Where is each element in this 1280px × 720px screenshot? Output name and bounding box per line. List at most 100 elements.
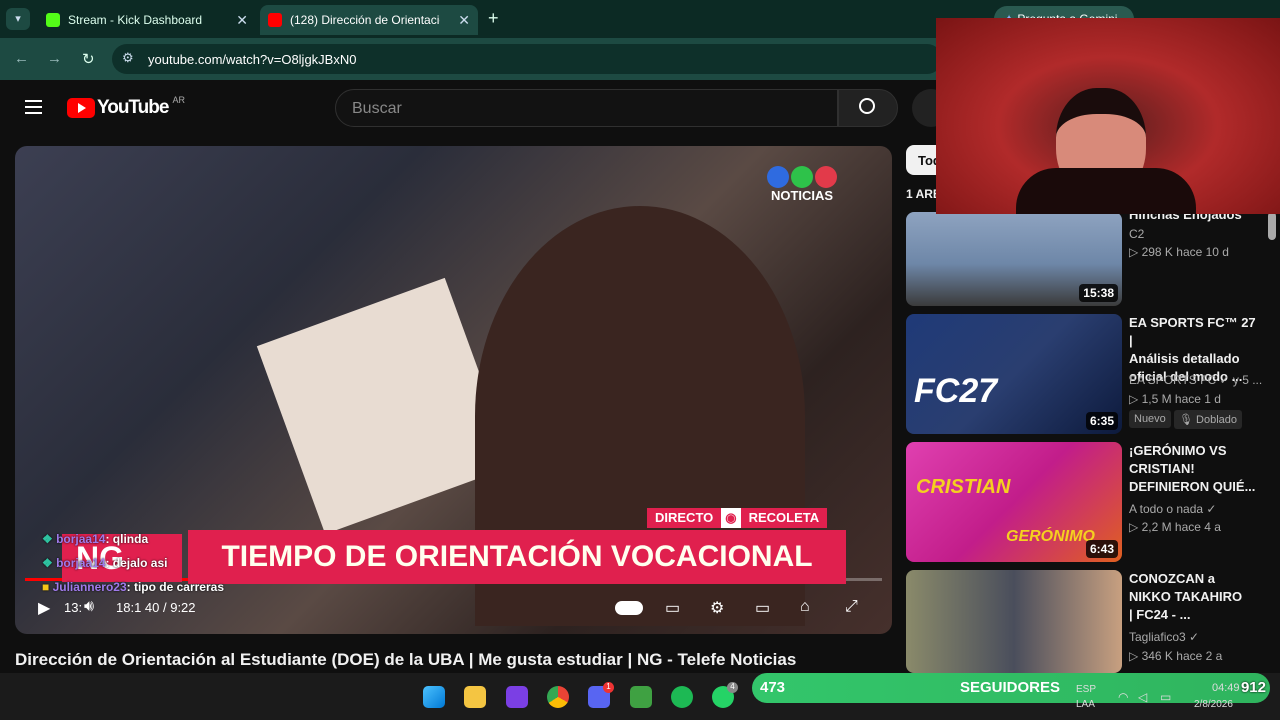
tab-title: (128) Dirección de Orientación (290, 13, 440, 27)
directo-label: DIRECTO (647, 508, 722, 528)
dubbed-icon: 🎙︎ (1179, 414, 1193, 426)
dubbed-label: Doblado (1196, 414, 1238, 426)
noticias-label: NOTICIAS (770, 188, 834, 203)
video-duration: 6:43 (1085, 540, 1118, 558)
sidebar-video-title[interactable]: CONOZCAN a NIKKO TAKAHIRO | FC24 - ... (1129, 570, 1259, 624)
upload-age: hace 4 a (1174, 520, 1221, 534)
chat-username: borjaa14 (56, 556, 106, 570)
notification-badge: 4 (727, 682, 738, 693)
video-title: Dirección de Orientación al Estudiante (… (15, 650, 797, 669)
youtube-play-icon (67, 98, 95, 118)
battery-icon[interactable]: ▭ (1160, 690, 1171, 704)
followers-goal: 912 (1240, 679, 1266, 696)
thumbnail-text: FC27 (914, 372, 998, 410)
sidebar-video-stats: ▷ 2,2 M hace 4 a (1129, 520, 1221, 534)
chat-user-icon: ❖ (42, 556, 57, 570)
wifi-icon[interactable]: ◠ (1118, 690, 1128, 704)
view-count: 298 K (1141, 245, 1173, 259)
thumbnail-text: CRISTIAN (916, 476, 1011, 498)
video-duration: 6:35 (1085, 412, 1118, 430)
clipchamp-icon[interactable] (506, 686, 528, 708)
sidebar-video-channel[interactable]: C2 (1129, 227, 1144, 241)
site-info-icon[interactable]: ⚙ (122, 50, 134, 66)
view-count: 346 K (1141, 649, 1173, 663)
speaker-icon[interactable]: ◁ (1138, 690, 1147, 704)
autoplay-toggle[interactable] (615, 601, 643, 615)
theater-mode-icon[interactable]: ▭ (755, 598, 770, 618)
search-button[interactable] (838, 89, 898, 127)
sidebar-video-stats: ▷ 1,5 M hace 1 d (1129, 392, 1221, 406)
sidebar-video-channel[interactable]: Tagliafico3 ✓ (1129, 630, 1199, 644)
view-count: 1,5 M (1141, 392, 1172, 406)
chat-line: ❖ borjaa14: qlinda (42, 532, 148, 546)
upload-age: hace 10 d (1176, 245, 1229, 259)
sidebar-video-channel[interactable]: EA SPORTS FC ✓ y 5 ... (1129, 373, 1262, 387)
followers-label: SEGUIDORES (960, 679, 1061, 696)
date[interactable]: 2/8/2026 (1194, 699, 1233, 710)
sidebar-video-title[interactable]: ¡GERÓNIMO VS CRISTIAN! DEFINIERON QUIÉ... (1129, 442, 1259, 496)
youtube-logo[interactable]: YouTube AR (67, 95, 185, 119)
sidebar-video-channel[interactable]: A todo o nada ✓ (1129, 502, 1216, 516)
followers-goal-bar: 473 SEGUIDORES 912 (752, 673, 1270, 703)
chat-user-icon: ❖ (42, 532, 57, 546)
chat-message: : dejalo asi (105, 556, 168, 570)
chat-message: : tipo de carreras (126, 580, 224, 594)
close-tab-icon[interactable]: ✕ (236, 12, 248, 29)
url-field[interactable]: ⚙ youtube.com/watch?v=O8ljgkJBxN0 (112, 44, 942, 74)
chat-message: : qlinda (105, 532, 149, 546)
spotify-icon[interactable] (671, 686, 693, 708)
whatsapp-icon[interactable]: 4 (712, 682, 738, 708)
view-count: 2,2 M (1141, 520, 1172, 534)
search-icon (859, 98, 875, 114)
webcam-overlay (936, 18, 1280, 214)
new-tab-button[interactable]: + (488, 8, 499, 29)
tab-title: Stream - Kick Dashboard (68, 13, 203, 27)
reload-icon[interactable]: ↻ (82, 50, 95, 68)
play-icon[interactable]: ▶ (38, 598, 50, 618)
sidebar-video-stats: ▷ 298 K hace 10 d (1129, 245, 1229, 259)
sidebar-video-thumbnail[interactable] (906, 570, 1122, 673)
tab-kick-dashboard[interactable]: Stream - Kick Dashboard ✕ (38, 5, 256, 35)
chat-line: ❖ borjaa14: dejalo asi (42, 556, 167, 570)
region-code: AR (172, 95, 185, 105)
badge-new: Nuevo (1129, 410, 1171, 428)
badge-dubbed: 🎙︎ Doblado (1174, 410, 1243, 429)
thumbnail-text: GERÓNIMO (1006, 528, 1095, 545)
minecraft-icon[interactable] (630, 686, 652, 708)
streamer-body (1016, 168, 1196, 214)
live-tag: DIRECTO ◉ RECOLETA (647, 508, 828, 528)
close-tab-icon[interactable]: ✕ (458, 12, 470, 29)
volume-icon[interactable]: 🔊︎ (84, 598, 94, 616)
search-input[interactable]: Buscar (335, 89, 838, 127)
windows-start-icon[interactable] (423, 686, 445, 708)
fullscreen-icon[interactable]: ⤢ (845, 598, 858, 616)
back-icon[interactable]: ← (14, 50, 29, 67)
notification-badge: 1 (603, 682, 614, 693)
forward-icon[interactable]: → (47, 50, 62, 67)
subtitles-icon[interactable]: ▭ (665, 598, 680, 618)
upload-age: hace 2 a (1176, 649, 1223, 663)
time-display: 18:1 40 / 9:22 (116, 600, 196, 615)
menu-icon[interactable] (25, 100, 42, 114)
youtube-wordmark: YouTube (97, 97, 169, 118)
location-label: RECOLETA (740, 508, 828, 528)
tab-list-dropdown[interactable]: ▾ (6, 8, 30, 30)
sidebar-video-thumbnail[interactable]: 15:38 (906, 212, 1122, 306)
sidebar-video-thumbnail[interactable]: FC27 6:35 (906, 314, 1122, 434)
sidebar-scrollbar[interactable] (1268, 212, 1276, 240)
chrome-icon[interactable] (547, 686, 569, 708)
clock[interactable]: 04:49 (1212, 682, 1240, 694)
sidebar-video-thumbnail[interactable]: CRISTIAN GERÓNIMO 6:43 (906, 442, 1122, 562)
settings-gear-icon[interactable]: ⚙ (710, 598, 724, 618)
location-pin-icon: ◉ (721, 508, 741, 528)
chat-user-icon: ■ (42, 580, 53, 594)
chat-username: Juliannero23 (52, 580, 127, 594)
discord-icon[interactable]: 1 (588, 682, 614, 708)
tab-youtube-video[interactable]: (128) Dirección de Orientación ✕ (260, 5, 478, 35)
chat-line: ■ Juliannero23: tipo de carreras (42, 580, 224, 594)
language-indicator[interactable]: ESP LAA (1076, 684, 1096, 710)
telefe-noticias-logo: NOTICIAS (767, 166, 837, 203)
file-explorer-icon[interactable] (464, 686, 486, 708)
search-placeholder: Buscar (352, 100, 402, 117)
cast-icon[interactable]: ⌂ (800, 598, 810, 616)
